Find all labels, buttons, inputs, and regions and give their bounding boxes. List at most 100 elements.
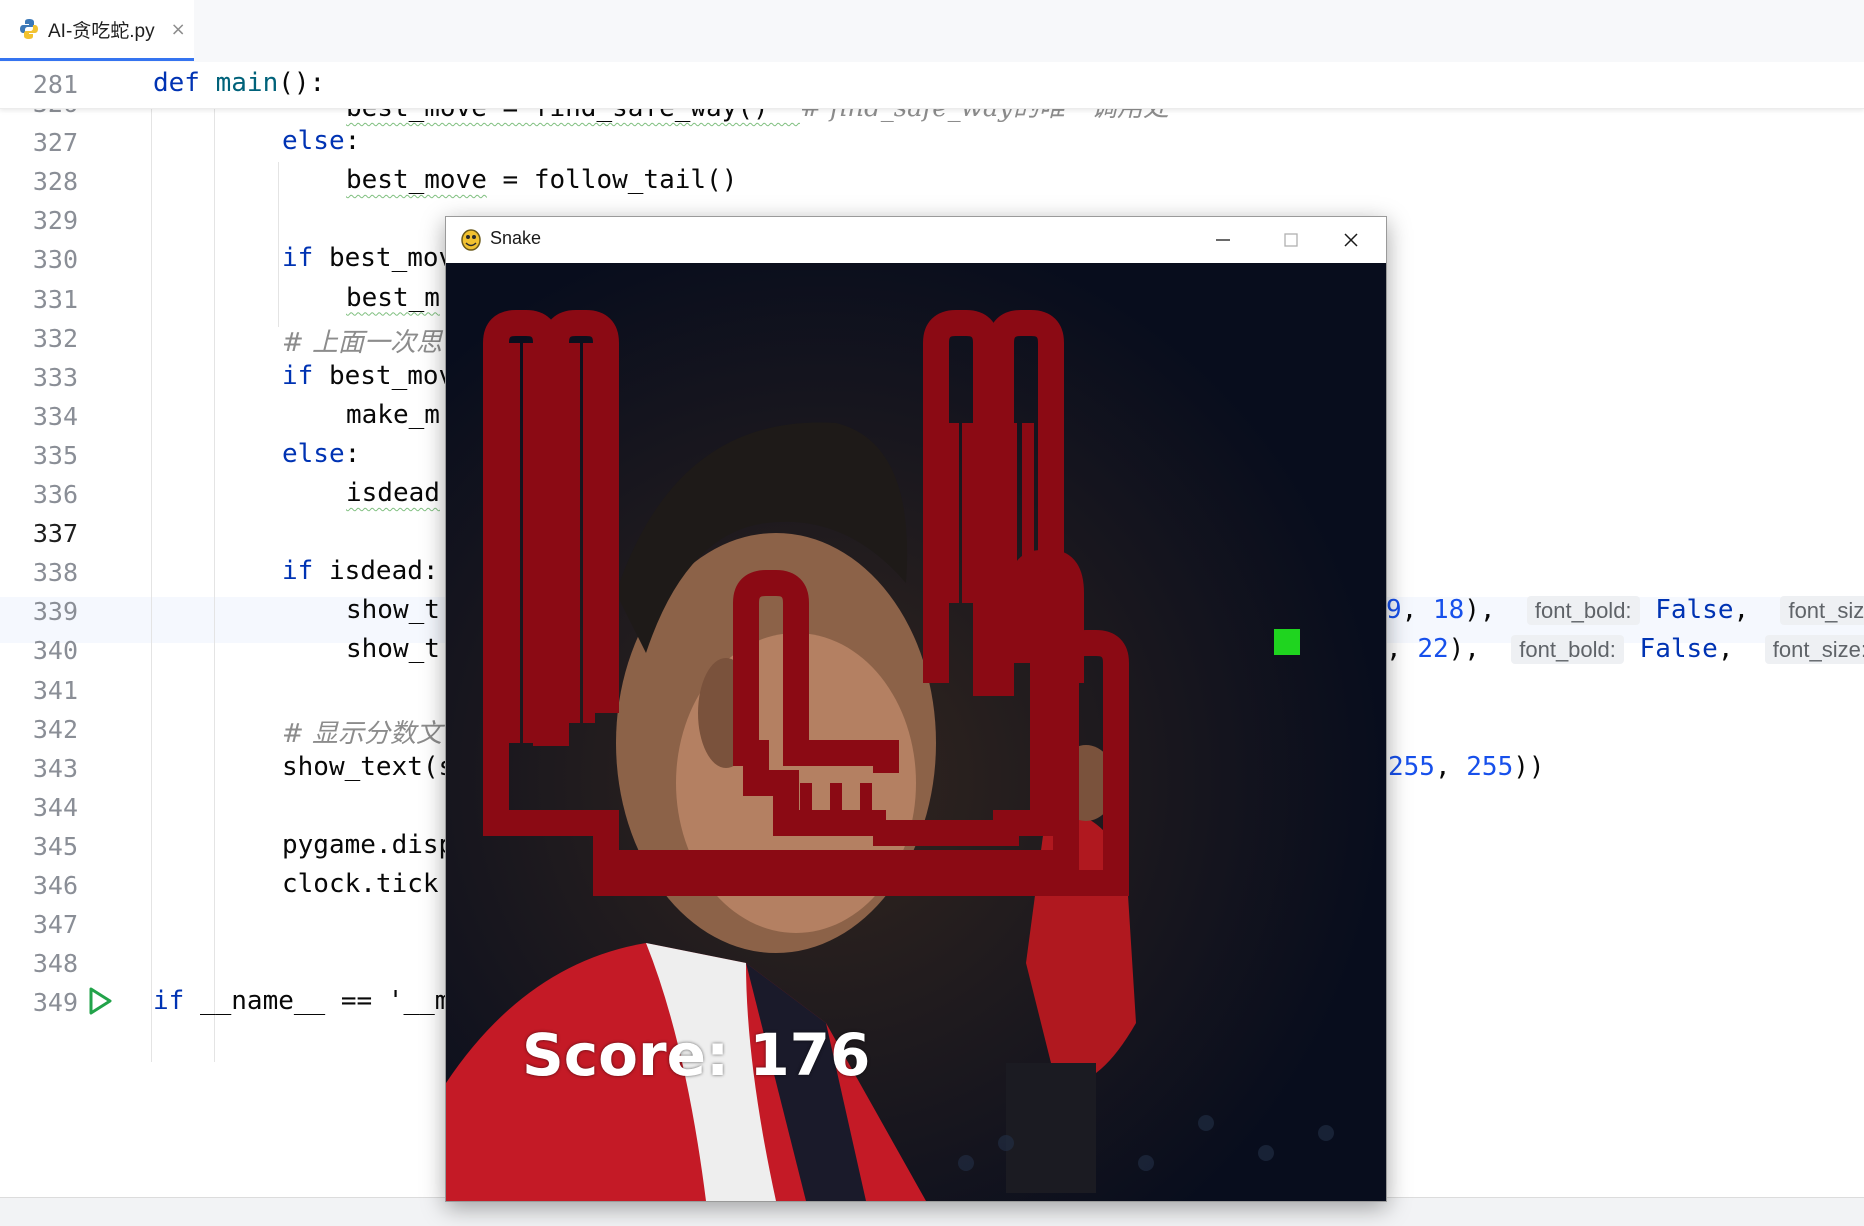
line-number: 335 [32,440,78,470]
code-text: isdead [346,478,440,508]
line-number: 329 [32,206,78,236]
code-token: show_t [346,595,440,626]
line-number: 333 [32,362,78,392]
game-canvas[interactable]: Score: 176 [446,263,1386,1201]
code-token: pygame.disp [282,829,455,860]
parameter-hint: font_size: [1764,635,1864,665]
line-number: 337 [32,519,78,549]
code-text: (): [278,68,326,98]
code-text: if best_mov [282,361,454,391]
window-title: Snake [490,228,542,248]
keyword: if [282,243,314,274]
line-number: 338 [32,558,78,588]
number-literal: 9 [1386,595,1402,626]
code-tail: , 22), font_bold: False, font_size: [1386,634,1864,665]
code-tail: 9, 18), font_bold: False, font_size: [1386,595,1864,626]
keyword: else [282,438,345,469]
line-number: 334 [32,401,78,431]
minimize-icon [1216,239,1230,241]
keyword: if [282,556,314,587]
number-literal: 22 [1417,634,1449,665]
number-literal: 255 [1388,751,1435,782]
line-number: 332 [32,323,78,353]
python-file-icon [20,19,38,39]
line-number: 330 [32,245,78,275]
line-number: 345 [32,831,78,861]
code-text: pygame.disp [282,830,454,860]
pygame-snake-icon [461,229,481,251]
snake-game-window[interactable]: Snake Score: 176 [445,216,1387,1202]
line-number: 341 [32,675,78,705]
line-number: 343 [32,753,78,783]
code-token: isdead: [313,556,439,587]
line-number: 348 [32,949,78,979]
code-token: best_move [346,165,487,196]
code-text: if isdead: [282,556,439,586]
line-number: 347 [32,910,78,940]
code-token: : [344,126,361,157]
code-token: isdead [346,478,440,508]
line-number: 331 [32,284,78,314]
code-token: = follow_tail() [486,165,738,196]
line-number: 346 [32,871,78,900]
minimize-button[interactable] [1188,217,1258,263]
food-pellet [1274,629,1300,655]
window-title-bar[interactable]: Snake [446,217,1386,263]
parameter-hint: font_bold: [1511,635,1624,665]
tab-close-icon[interactable]: × [171,19,186,40]
line-number: 339 [32,597,78,627]
number-literal: 18 [1432,595,1465,626]
run-icon[interactable] [86,986,114,1020]
code-text: best_m [346,283,440,313]
code-text: show_t [346,595,440,625]
editor-tab-bar: AI-贪吃蛇.py × [0,0,1864,62]
code-token: clock.tick [282,869,439,899]
code-text: # 显示分数文 [282,713,442,750]
code-token: best_mov [313,360,455,391]
line-number: 281 [32,70,78,99]
keyword: False [1639,634,1718,665]
parameter-hint: font_size: [1780,596,1864,626]
number-literal: 255 [1466,751,1514,782]
code-token: best_mov [313,243,455,274]
keyword: if [282,360,314,391]
tab-filename: AI-贪吃蛇.py [48,20,155,42]
code-token: make_m [346,399,440,430]
code-token: show_text(s [282,751,455,782]
line-number: 340 [32,636,78,666]
code-text: else: [282,126,360,156]
line-number: 344 [32,792,78,822]
function-name: main [215,68,279,98]
line-number: 328 [32,167,78,197]
code-text: # 上面一次思 [282,322,442,359]
code-token: __name__ == '__m [184,986,451,1017]
maximize-icon [1284,233,1298,247]
comment: # 显示分数文 [282,718,443,749]
code-token: : [344,438,361,469]
code-text: best_move = follow_tail() [346,165,737,195]
keyword: else [282,126,345,157]
line-number: 349 [32,988,78,1018]
code-text: make_m [346,400,440,430]
code-text: clock.tick [282,869,439,899]
code-text: show_text(s [282,752,454,782]
parameter-hint: font_bold: [1526,596,1640,626]
tab-file[interactable]: AI-贪吃蛇.py × [0,0,194,61]
comment: # 上面一次思 [282,327,443,358]
code-token: best_m [346,282,440,313]
line-number: 342 [32,714,78,744]
sticky-function-header[interactable]: 281 def main(): [0,62,1864,109]
code-text: else: [282,439,360,469]
code-text: show_t [346,634,440,664]
keyword: False [1655,595,1734,626]
code-text: if __name__ == '__m [153,986,450,1016]
code-text: if best_mov [282,243,454,273]
keyword: if [153,986,185,1017]
code-token: show_t [346,634,440,665]
line-number: 336 [32,480,78,509]
close-button[interactable] [1316,217,1386,263]
close-icon [1344,233,1358,247]
keyword: def [153,68,200,98]
code-tail: 255, 255)) [1388,751,1545,782]
score-text: Score: 176 [522,1021,871,1089]
